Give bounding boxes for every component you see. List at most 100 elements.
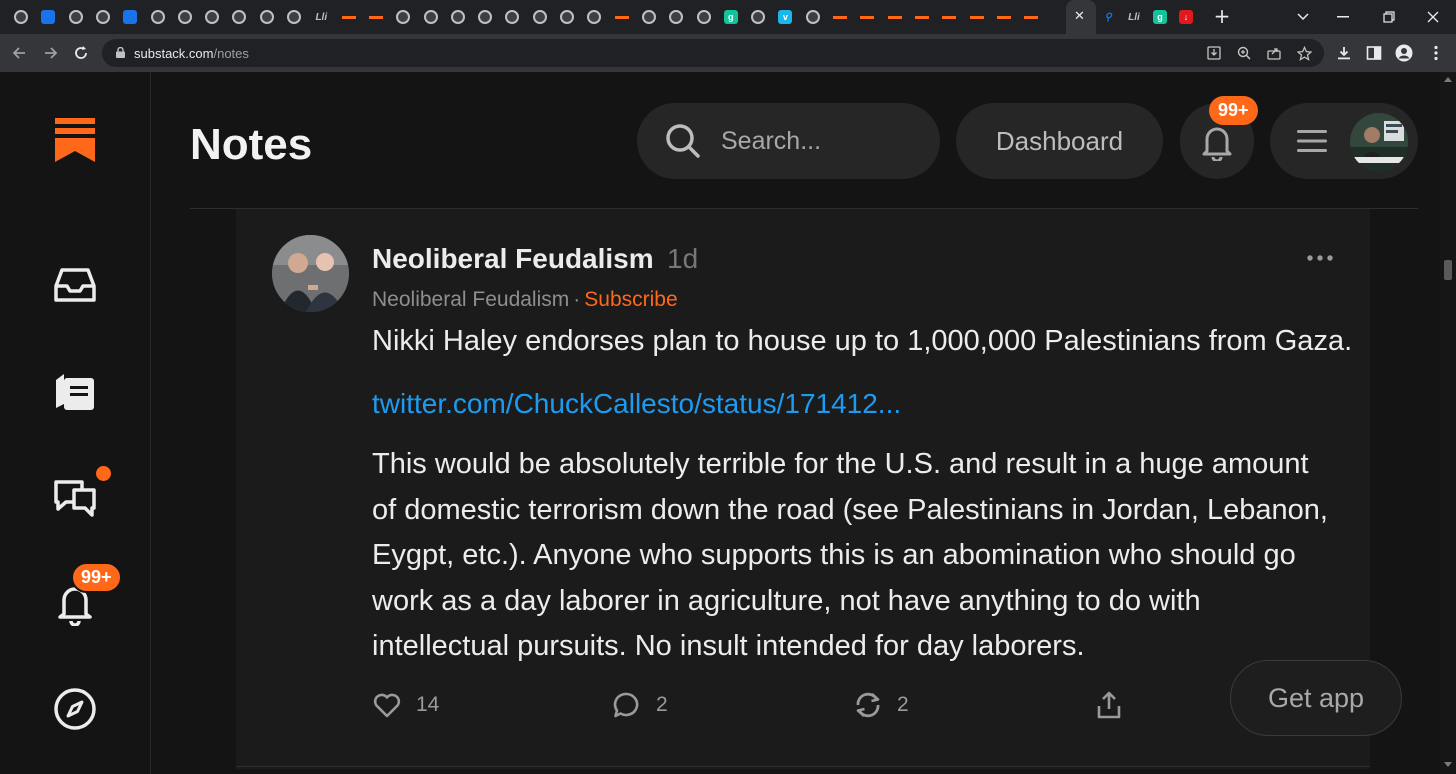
sidebar-item-explore[interactable] (52, 686, 98, 732)
browser-tab[interactable] (856, 6, 878, 28)
restack-button[interactable]: 2 (853, 690, 909, 720)
comment-button[interactable]: 2 (612, 690, 668, 720)
browser-tab[interactable] (747, 6, 769, 28)
publication-name[interactable]: Neoliberal Feudalism (372, 288, 569, 311)
browser-tab[interactable] (611, 6, 633, 28)
browser-tab[interactable] (556, 6, 578, 28)
browser-tab[interactable] (147, 6, 169, 28)
browser-tab[interactable] (119, 6, 141, 28)
search-input[interactable] (721, 123, 921, 159)
browser-tab[interactable]: ⚲ (1097, 6, 1119, 28)
share-button[interactable] (1094, 690, 1124, 720)
browser-tab[interactable] (966, 6, 988, 28)
restack-icon (856, 692, 880, 718)
post-timestamp[interactable]: 1d (667, 243, 698, 275)
page-scrollbar[interactable] (1440, 72, 1456, 774)
globe-icon (259, 10, 274, 24)
tab-close-icon[interactable]: ✕ (1074, 9, 1085, 24)
browser-tab[interactable] (529, 6, 551, 28)
substack-logo-icon[interactable] (55, 118, 95, 162)
browser-tab[interactable]: ↓ (1175, 6, 1197, 28)
sidebar-item-reader[interactable] (52, 368, 98, 414)
browser-tab[interactable] (884, 6, 906, 28)
browser-tab[interactable] (256, 6, 278, 28)
globe-icon (232, 10, 247, 24)
browser-menu-icon[interactable] (1426, 43, 1446, 63)
globe-icon (150, 10, 165, 24)
browser-tab[interactable]: g (720, 6, 742, 28)
browser-tab[interactable] (665, 6, 687, 28)
globe-icon (505, 10, 520, 24)
browser-tab[interactable] (638, 6, 660, 28)
side-panel-icon[interactable] (1364, 43, 1384, 63)
browser-tab[interactable] (228, 6, 250, 28)
browser-tab[interactable] (392, 6, 414, 28)
zoom-icon[interactable] (1236, 45, 1252, 61)
scroll-up-icon[interactable] (1444, 76, 1452, 82)
new-tab-button[interactable]: + (1210, 4, 1234, 28)
browser-tab[interactable]: Lli (1123, 6, 1145, 28)
lock-icon[interactable] (116, 47, 125, 58)
browser-tab[interactable] (501, 6, 523, 28)
downloads-icon[interactable] (1334, 43, 1354, 63)
sidebar-item-chat[interactable] (52, 466, 111, 520)
dashboard-button[interactable]: Dashboard (956, 103, 1163, 179)
browser-tab[interactable] (829, 6, 851, 28)
globe-icon (478, 10, 493, 24)
account-menu-button[interactable] (1270, 103, 1418, 179)
browser-tab[interactable] (938, 6, 960, 28)
like-button[interactable]: 14 (372, 690, 439, 720)
browser-tab[interactable]: g (1149, 6, 1171, 28)
browser-tab[interactable] (37, 6, 59, 28)
bookmark-star-icon[interactable] (1296, 45, 1312, 61)
browser-tab[interactable] (283, 6, 305, 28)
browser-tab[interactable] (911, 6, 933, 28)
back-icon[interactable] (8, 42, 30, 64)
active-tab[interactable]: ✕ (1066, 0, 1096, 34)
scroll-down-icon[interactable] (1444, 762, 1452, 768)
browser-tab[interactable] (65, 6, 87, 28)
browser-tab[interactable] (92, 6, 114, 28)
window-close-icon[interactable] (1410, 0, 1456, 34)
reload-icon[interactable] (70, 42, 92, 64)
browser-tab[interactable]: v (774, 6, 796, 28)
browser-tab[interactable] (365, 6, 387, 28)
sidebar-item-inbox[interactable] (52, 262, 98, 308)
browser-tab[interactable] (474, 6, 496, 28)
note-link[interactable]: twitter.com/ChuckCallesto/status/171412.… (372, 388, 901, 420)
get-app-button[interactable]: Get app (1230, 660, 1402, 736)
share-icon[interactable] (1266, 45, 1282, 61)
chat-icon (54, 480, 96, 517)
url-text[interactable]: substack.com/notes (134, 46, 249, 61)
globe-icon (587, 10, 602, 24)
browser-tab[interactable]: Lli (310, 6, 332, 28)
browser-tab[interactable] (10, 6, 32, 28)
browser-tab[interactable] (993, 6, 1015, 28)
author-avatar[interactable] (272, 235, 349, 312)
browser-tab[interactable] (447, 6, 469, 28)
author-name[interactable]: Neoliberal Feudalism (372, 243, 654, 275)
search-box[interactable] (637, 103, 940, 179)
browser-tab[interactable] (583, 6, 605, 28)
minimize-icon[interactable] (1320, 0, 1366, 34)
substack-icon (860, 10, 875, 24)
substack-icon (833, 10, 848, 24)
more-options-icon[interactable] (1300, 248, 1340, 268)
graduation-cap-icon (123, 10, 138, 24)
address-bar[interactable]: substack.com/notes (102, 39, 1324, 67)
browser-tab[interactable] (420, 6, 442, 28)
browser-tab[interactable] (693, 6, 715, 28)
scrollbar-thumb[interactable] (1444, 260, 1452, 280)
install-app-icon[interactable] (1206, 45, 1222, 61)
browser-tab[interactable] (174, 6, 196, 28)
forward-icon[interactable] (40, 42, 62, 64)
browser-tab[interactable] (201, 6, 223, 28)
restore-icon[interactable] (1366, 0, 1412, 34)
browser-tab[interactable] (338, 6, 360, 28)
subscribe-link[interactable]: Subscribe (584, 288, 677, 311)
browser-tab[interactable] (1020, 6, 1042, 28)
restack-count: 2 (897, 693, 909, 716)
user-avatar[interactable] (1350, 113, 1408, 171)
browser-tab[interactable] (802, 6, 824, 28)
profile-icon[interactable] (1394, 43, 1414, 63)
